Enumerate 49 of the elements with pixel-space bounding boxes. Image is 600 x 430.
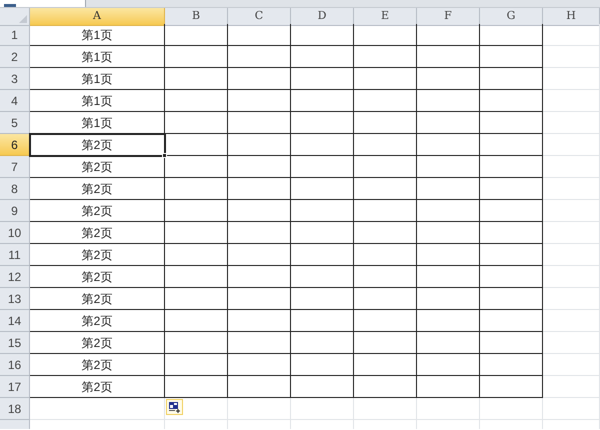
row-header[interactable]: 7 <box>0 156 30 178</box>
name-box[interactable] <box>0 0 86 7</box>
row-header[interactable]: 1 <box>0 24 30 46</box>
table-cell: 第1页 <box>30 46 165 68</box>
row-header[interactable]: 17 <box>0 376 30 398</box>
column-header[interactable]: C <box>228 8 291 26</box>
row-header[interactable]: 10 <box>0 222 30 244</box>
row-header[interactable]: 3 <box>0 68 30 90</box>
paste-options-icon <box>168 402 180 412</box>
column-header[interactable]: D <box>291 8 354 26</box>
row-header[interactable]: 15 <box>0 332 30 354</box>
table-cell: 第1页 <box>30 68 165 90</box>
table-cell: 第2页 <box>30 156 165 178</box>
row-header[interactable]: 13 <box>0 288 30 310</box>
table-cell: 第2页 <box>30 134 165 156</box>
row-header[interactable]: 16 <box>0 354 30 376</box>
table-cell: 第1页 <box>30 90 165 112</box>
row-header[interactable]: 6 <box>0 134 30 156</box>
column-header[interactable]: G <box>480 8 543 26</box>
table-cell: 第2页 <box>30 354 165 376</box>
table-cell: 第2页 <box>30 288 165 310</box>
row-header[interactable]: 5 <box>0 112 30 134</box>
row-header[interactable]: 14 <box>0 310 30 332</box>
table-cell: 第2页 <box>30 178 165 200</box>
column-header[interactable]: H <box>543 8 600 26</box>
row-header[interactable]: 2 <box>0 46 30 68</box>
column-header[interactable]: A <box>30 8 165 26</box>
table-cell: 第2页 <box>30 332 165 354</box>
row-header[interactable]: 4 <box>0 90 30 112</box>
table-cell: 第2页 <box>30 244 165 266</box>
table-cell: 第2页 <box>30 200 165 222</box>
column-header[interactable]: E <box>354 8 417 26</box>
row-header[interactable]: 11 <box>0 244 30 266</box>
table-cell: 第2页 <box>30 376 165 398</box>
name-box-icon <box>4 4 16 7</box>
row-header[interactable]: 8 <box>0 178 30 200</box>
table-cell: 第2页 <box>30 310 165 332</box>
paste-options-button[interactable] <box>166 399 183 415</box>
row-header[interactable]: 9 <box>0 200 30 222</box>
corner-triangle-icon <box>19 14 27 22</box>
row-header[interactable]: 12 <box>0 266 30 288</box>
table-cell: 第1页 <box>30 112 165 134</box>
fill-handle[interactable] <box>162 153 167 158</box>
column-header[interactable]: F <box>417 8 480 26</box>
table-cell: 第2页 <box>30 222 165 244</box>
table-cell: 第1页 <box>30 24 165 46</box>
column-header[interactable]: B <box>165 8 228 26</box>
table-cell: 第2页 <box>30 266 165 288</box>
row-header[interactable]: 18 <box>0 398 30 420</box>
